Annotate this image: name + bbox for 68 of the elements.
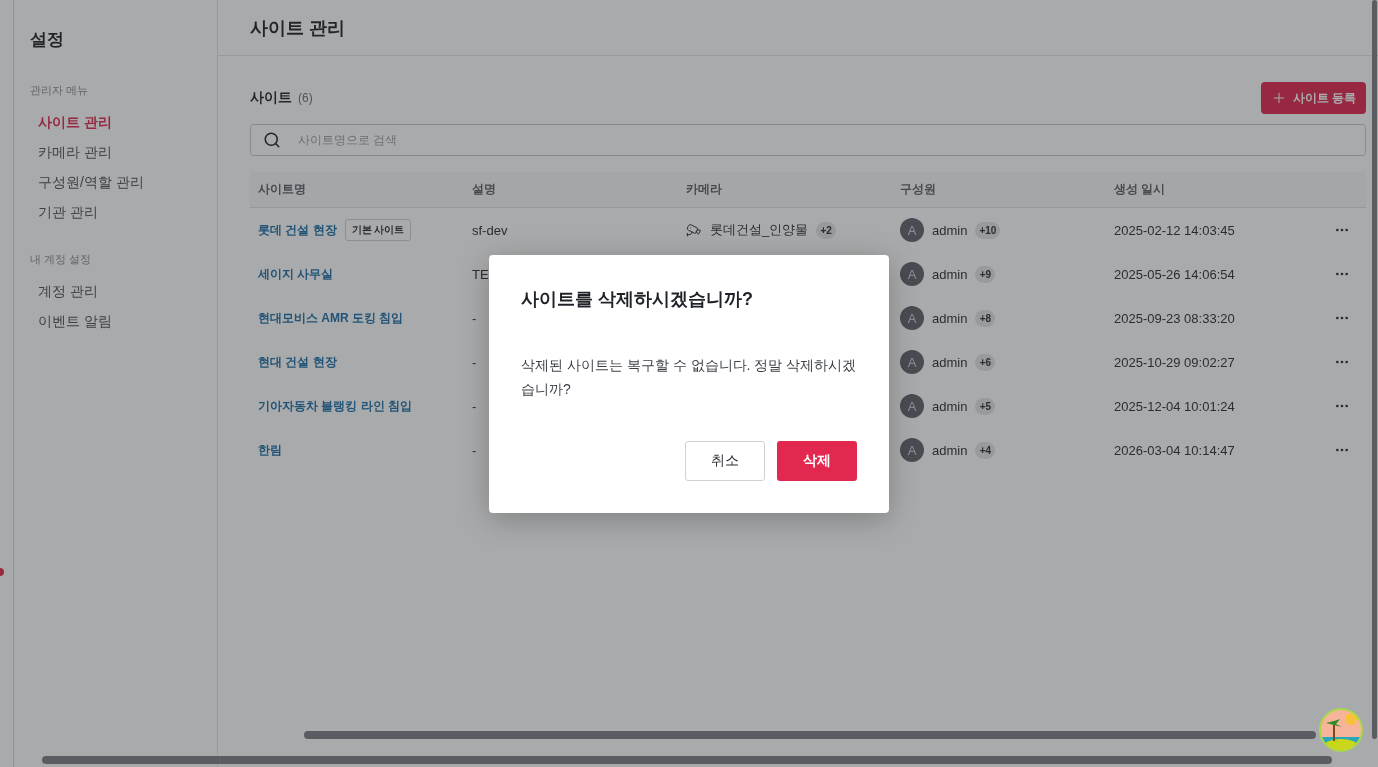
- avatar: A: [900, 394, 924, 418]
- add-site-button[interactable]: 사이트 등록: [1260, 82, 1366, 114]
- section-heading: 관리자 메뉴: [30, 83, 89, 98]
- site-name-link[interactable]: 기아자동차 블랭킹 라인 침입: [258, 397, 412, 415]
- site-name-link[interactable]: 현대모비스 AMR 도킹 침입: [258, 309, 404, 327]
- description-text: TE: [472, 266, 489, 282]
- avatar: A: [900, 350, 924, 374]
- site-name-link[interactable]: 세이지 사무실: [258, 265, 334, 283]
- created-date: 2025-09-23 08:33:20: [1114, 310, 1235, 326]
- scrollbar[interactable]: [42, 756, 1332, 764]
- column-header: 카메라: [678, 172, 892, 208]
- description-text: -: [472, 310, 477, 326]
- site-name-link[interactable]: 롯데 건설 현장: [258, 221, 337, 239]
- member-name: admin: [932, 442, 968, 458]
- member-count: +10: [975, 221, 1001, 239]
- dialog-message: 삭제된 사이트는 복구할 수 없습니다. 정말 삭제하시겠습니까?: [521, 355, 857, 399]
- site-name-link[interactable]: 한림: [258, 441, 282, 459]
- description-text: -: [472, 398, 477, 414]
- sidebar-item[interactable]: 이벤트 알림: [30, 307, 120, 337]
- created-date: 2026-03-04 10:14:47: [1114, 442, 1235, 458]
- column-header: 구성원: [892, 172, 1106, 208]
- column-header: 설명: [464, 172, 678, 208]
- member-count: +9: [975, 265, 996, 283]
- description-text: -: [472, 354, 477, 370]
- site-name-link[interactable]: 현대 건설 현장: [258, 353, 337, 371]
- section-title: 사이트: [250, 89, 292, 107]
- member-name: admin: [932, 310, 968, 326]
- created-date: 2025-05-26 14:06:54: [1114, 266, 1235, 282]
- sidebar-item[interactable]: 구성원/역할 관리: [30, 168, 152, 198]
- section-heading: 내 계정 설정: [30, 252, 92, 267]
- camera-count: +2: [816, 221, 837, 239]
- description-text: sf-dev: [472, 222, 508, 238]
- member-count: +8: [975, 309, 996, 327]
- member-count: +6: [975, 353, 996, 371]
- member-name: admin: [932, 398, 968, 414]
- avatar: A: [900, 438, 924, 462]
- search-icon: [263, 131, 281, 149]
- member-name: admin: [932, 222, 968, 238]
- member-count: +5: [975, 397, 996, 415]
- avatar: A: [900, 262, 924, 286]
- created-date: 2025-12-04 10:01:24: [1114, 398, 1235, 414]
- scrollbar[interactable]: [304, 731, 1316, 739]
- page-title: 사이트 관리: [250, 16, 345, 40]
- member-name: admin: [932, 266, 968, 282]
- sidebar-item[interactable]: 계정 관리: [30, 277, 106, 307]
- default-site-tag: 기본 사이트: [344, 219, 412, 241]
- cancel-button[interactable]: 취소: [685, 440, 765, 481]
- column-header: 사이트명: [250, 172, 464, 208]
- delete-button[interactable]: 삭제: [777, 440, 857, 481]
- description-text: -: [472, 442, 477, 458]
- sidebar-item[interactable]: 카메라 관리: [30, 138, 120, 168]
- site-count: (6): [298, 91, 313, 105]
- avatar: A: [900, 306, 924, 330]
- camera-name: 롯데건설_인양물: [710, 221, 809, 239]
- search-field[interactable]: 사이트명으로 검색: [250, 124, 1366, 156]
- avatar: A: [900, 218, 924, 242]
- settings-title: 설정: [30, 29, 65, 51]
- created-date: 2025-02-12 14:03:45: [1114, 222, 1235, 238]
- scrollbar[interactable]: [1372, 0, 1377, 739]
- camera-icon: [686, 222, 702, 238]
- island-icon[interactable]: [1318, 707, 1364, 753]
- column-header: 생성 일시: [1106, 172, 1326, 208]
- member-name: admin: [932, 354, 968, 370]
- sidebar-item[interactable]: 기관 관리: [30, 198, 106, 228]
- dialog-title: 사이트를 삭제하시겠습니까?: [521, 287, 754, 311]
- member-count: +4: [975, 441, 996, 459]
- created-date: 2025-10-29 09:02:27: [1114, 354, 1235, 370]
- sidebar-item[interactable]: 사이트 관리: [30, 108, 120, 138]
